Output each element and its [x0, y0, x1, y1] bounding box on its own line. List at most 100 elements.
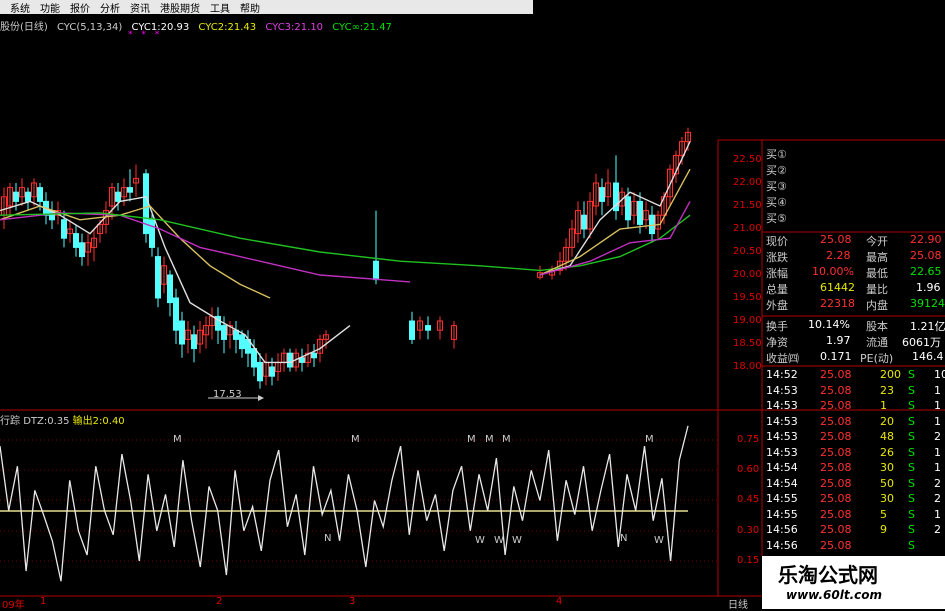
candle-body [625, 196, 631, 221]
tick-row: 14:55 25.08 5 S 1 [762, 508, 945, 522]
quote-label: 最高 [866, 251, 888, 264]
tick-row: 14:52 25.08 200 S 10 [762, 368, 945, 382]
tick-row: 14:53 25.08 26 S 1 [762, 446, 945, 460]
buy-label: 买④ [766, 196, 787, 209]
buy-label: 买① [766, 148, 787, 161]
candle-body [637, 200, 643, 225]
buy-row-5: 买⑤ [762, 210, 945, 225]
candle-body [311, 352, 317, 359]
tick-v: 26 [880, 445, 894, 459]
quote-label: 内盘 [866, 299, 888, 312]
tick-t: 14:54 [766, 476, 798, 490]
tick-n: 1 [934, 414, 941, 428]
buy-row-2: 买② [762, 162, 945, 177]
buy-label: 买② [766, 164, 787, 177]
price-tick: 20.50 [733, 246, 762, 257]
tick-row: 14:56 25.08 9 S 2 [762, 523, 945, 537]
stats-value: 10.14% [808, 318, 850, 331]
tick-p: 25.08 [820, 492, 852, 505]
x-label: 3 [349, 596, 356, 607]
tick-n: 10 [934, 368, 945, 381]
tick-s: S [908, 523, 915, 536]
dtz-line: 行踪 DTZ:0.35 输出2:0.40 [0, 412, 125, 427]
candle-body [191, 334, 197, 350]
tick-s: S [908, 507, 915, 521]
tick-n: 2 [934, 476, 941, 490]
stats-label: 收益㈣ [766, 352, 799, 365]
quote-value: 2.28 [826, 249, 851, 262]
tick-s: S [908, 430, 915, 443]
quote-label: 涨幅 [766, 267, 788, 280]
candle-body [269, 366, 275, 377]
tick-s: S [908, 476, 915, 490]
osc-tick: 0.30 [737, 525, 760, 536]
price-tick: 21.00 [733, 223, 762, 234]
m-marker: M [173, 434, 182, 445]
m-marker: M [502, 434, 511, 445]
price-tick: 22.00 [733, 177, 762, 188]
watermark-url: www.60lt.com [786, 588, 883, 602]
tick-p: 25.08 [820, 507, 852, 521]
quote-row: 总量 61442 量比 1.96 [762, 281, 945, 296]
tick-t: 14:53 [766, 445, 798, 459]
candle-body [167, 274, 173, 304]
candle-body [79, 242, 85, 258]
w-marker: W [494, 535, 504, 546]
tick-v: 23 [880, 383, 894, 397]
buy-label: 买③ [766, 180, 787, 193]
stats-value: 146.4 [912, 350, 944, 363]
quote-label: 涨跌 [766, 251, 788, 264]
buy-row-1: 买① [762, 146, 945, 161]
price-tick: 18.50 [733, 338, 762, 349]
quote-row: 涨幅 10.00% 最低 22.65 [762, 265, 945, 280]
tick-t: 14:53 [766, 430, 798, 443]
x-label: 2 [216, 596, 223, 607]
tick-row: 14:53 25.08 48 S 2 [762, 430, 945, 444]
tick-n: 2 [934, 492, 941, 505]
w-marker: W [654, 535, 664, 546]
candle-body [61, 219, 67, 239]
stats-value: 1.21亿 [910, 320, 945, 333]
candle-body [299, 357, 305, 363]
tick-n: 2 [934, 523, 941, 536]
candle-body [173, 297, 179, 331]
stats-label: PE(动) [860, 352, 894, 365]
stats-label: 流通 [866, 336, 888, 349]
quote-label: 量比 [866, 283, 888, 296]
oscillator-line [0, 425, 689, 582]
candle-body [649, 214, 655, 235]
m-marker: M [467, 434, 476, 445]
tick-n: 2 [934, 430, 941, 443]
stats-label: 净资 [766, 336, 788, 349]
quote-value: 61442 [820, 281, 855, 294]
tick-t: 14:55 [766, 507, 798, 521]
tick-v: 50 [880, 476, 894, 490]
tick-v: 9 [880, 523, 887, 536]
m-marker: M [645, 434, 654, 445]
tick-n: 1 [934, 507, 941, 521]
tick-n: 1 [934, 461, 941, 474]
tick-row: 14:54 25.08 50 S 2 [762, 477, 945, 491]
tick-v: 30 [880, 461, 894, 474]
candle-body [599, 187, 605, 202]
n-marker: N [620, 533, 628, 544]
quote-label: 最低 [866, 267, 888, 280]
low-price-label: 17.53 [213, 389, 242, 400]
candle-body [25, 191, 31, 202]
tick-v: 20 [880, 414, 894, 428]
tick-n: 1 [934, 399, 941, 412]
stats-row: 换手 10.14% 股本 1.21亿 [762, 318, 945, 333]
candle-body [149, 219, 155, 248]
tick-n: 1 [934, 383, 941, 397]
price-tick: 20.00 [733, 269, 762, 280]
tick-s: S [908, 492, 915, 505]
tick-row: 14:53 25.08 23 S 1 [762, 384, 945, 398]
osc-tick: 0.75 [737, 434, 760, 445]
tick-s: S [908, 445, 915, 459]
candle-body [425, 325, 431, 331]
buy-row-3: 买③ [762, 178, 945, 193]
candle-body [37, 187, 43, 202]
tick-p: 25.08 [820, 399, 852, 412]
tick-v: 30 [880, 492, 894, 505]
candle-body [409, 320, 415, 340]
